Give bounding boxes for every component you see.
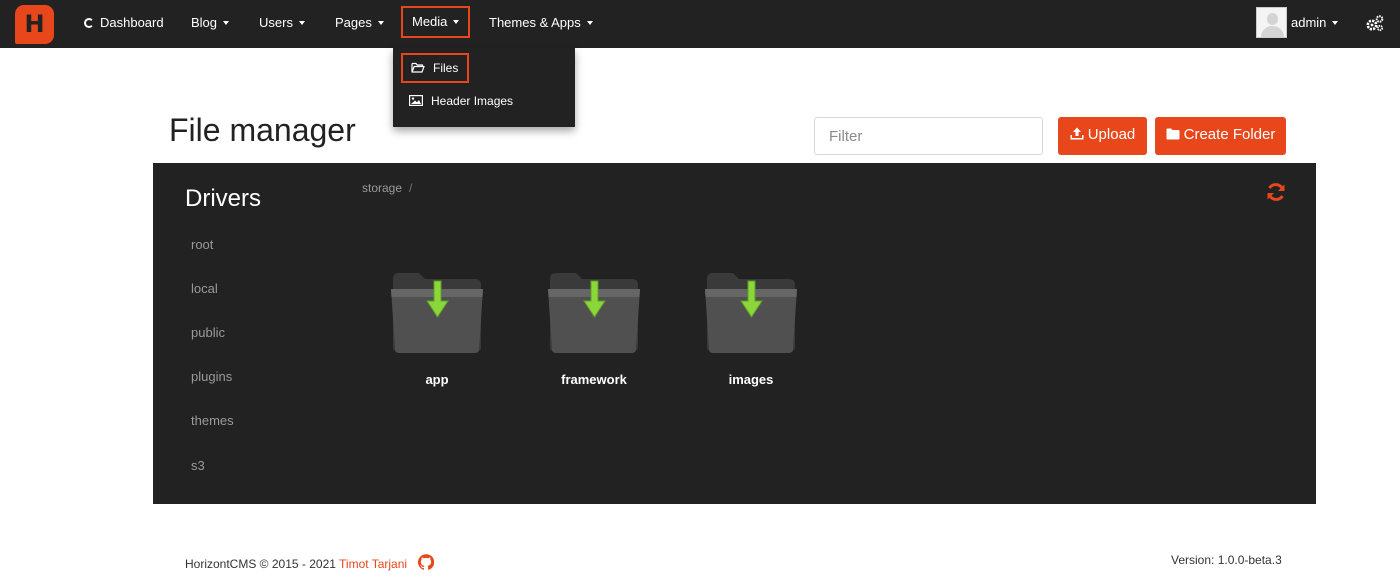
media-dropdown-menu: Files Header Images: [393, 48, 575, 127]
avatar-head: [1267, 13, 1278, 25]
driver-local[interactable]: local: [191, 281, 218, 296]
author-link[interactable]: Timot Tarjani: [339, 557, 407, 571]
footer-copyright: HorizontCMS © 2015 - 2021 Timot Tarjani: [185, 554, 435, 573]
menu-item-files-label: Files: [433, 61, 459, 75]
nav-blog-label: Blog: [191, 15, 218, 30]
driver-themes[interactable]: themes: [191, 413, 234, 428]
driver-s3[interactable]: s3: [191, 458, 205, 473]
upload-icon: [1070, 127, 1084, 140]
copyright-text: HorizontCMS © 2015 - 2021: [185, 557, 336, 572]
folder-open-icon: [411, 63, 425, 73]
user-menu[interactable]: admin: [1291, 7, 1339, 39]
folder-name: app: [425, 372, 449, 387]
folder-name: framework: [561, 372, 627, 387]
caret-down-icon: [586, 20, 593, 25]
page-title: File manager: [169, 112, 356, 148]
horizontcms-logo[interactable]: H: [15, 5, 54, 44]
nav-users[interactable]: Users: [259, 7, 305, 39]
menu-item-header-images[interactable]: Header Images: [409, 86, 513, 116]
folder-framework[interactable]: framework: [544, 267, 644, 387]
nav-pages[interactable]: Pages: [335, 7, 384, 39]
nav-pages-label: Pages: [335, 15, 372, 30]
user-name: admin: [1291, 15, 1327, 30]
file-manager-panel: Drivers root local public plugins themes…: [153, 163, 1316, 504]
nav-themes-label: Themes & Apps: [489, 15, 581, 30]
caret-down-icon: [1332, 20, 1339, 25]
upload-button[interactable]: Upload: [1058, 117, 1147, 155]
github-icon[interactable]: [418, 554, 435, 573]
breadcrumb-storage[interactable]: storage: [362, 181, 402, 195]
driver-public[interactable]: public: [191, 325, 225, 340]
folder-images[interactable]: images: [701, 267, 801, 387]
menu-item-files[interactable]: Files: [401, 53, 469, 83]
nav-themes-apps[interactable]: Themes & Apps: [489, 7, 593, 39]
nav-media-label: Media: [412, 14, 448, 29]
folder-download-icon: [391, 273, 483, 353]
drivers-heading: Drivers: [185, 185, 261, 212]
nav-media[interactable]: Media: [401, 6, 471, 38]
logo-letter: H: [24, 10, 45, 38]
footer-version: Version: 1.0.0-beta.3: [1171, 553, 1282, 567]
settings-gears-icon[interactable]: [1365, 14, 1385, 32]
nav-users-label: Users: [259, 15, 293, 30]
upload-button-label: Upload: [1087, 126, 1136, 143]
dashboard-icon: [84, 17, 94, 28]
caret-down-icon: [453, 19, 460, 24]
folder-app[interactable]: app: [387, 267, 487, 387]
nav-dashboard-label: Dashboard: [100, 15, 164, 30]
nav-blog[interactable]: Blog: [191, 7, 230, 39]
driver-root[interactable]: root: [191, 237, 213, 252]
filter-input[interactable]: [814, 117, 1043, 155]
create-folder-button-label: Create Folder: [1183, 126, 1276, 143]
nav-dashboard[interactable]: Dashboard: [84, 7, 164, 39]
folder-icon: [1166, 128, 1180, 140]
folder-download-icon: [548, 273, 640, 353]
driver-plugins[interactable]: plugins: [191, 369, 232, 384]
create-folder-button[interactable]: Create Folder: [1155, 117, 1286, 155]
caret-down-icon: [223, 20, 230, 25]
menu-item-header-images-label: Header Images: [431, 94, 514, 108]
caret-down-icon: [298, 20, 305, 25]
breadcrumb-separator: /: [409, 181, 413, 195]
breadcrumb: storage /: [362, 181, 412, 195]
folder-download-icon: [705, 273, 797, 353]
refresh-icon[interactable]: [1265, 181, 1287, 203]
caret-down-icon: [377, 20, 384, 25]
image-icon: [409, 95, 424, 107]
top-navbar: H Dashboard Blog Users Pages Media Theme…: [0, 0, 1400, 48]
avatar-torso: [1261, 26, 1284, 37]
folder-name: images: [728, 372, 774, 387]
user-avatar[interactable]: [1256, 7, 1287, 38]
